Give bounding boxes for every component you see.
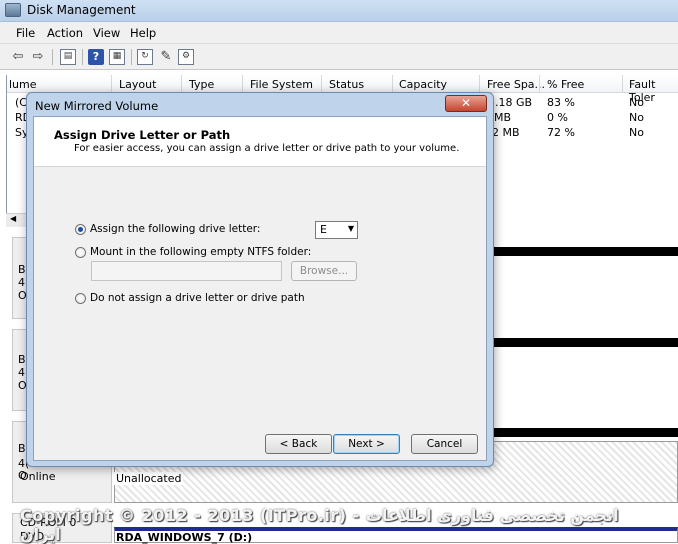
- unallocated-label: Unallocated: [114, 472, 184, 485]
- row-0-fault: No: [629, 96, 644, 109]
- row-2-pct: 72 %: [547, 126, 575, 139]
- no-letter-radio[interactable]: [75, 293, 86, 304]
- menu-action[interactable]: Action: [47, 26, 83, 40]
- cancel-button[interactable]: Cancel: [411, 434, 478, 454]
- window-title: Disk Management: [27, 3, 136, 17]
- col-layout[interactable]: Layout: [119, 78, 156, 91]
- disk-3-online: Online: [20, 470, 56, 483]
- disk-2-letter: B: [18, 353, 26, 366]
- disk-3-bar: [492, 428, 678, 437]
- disk-2-bar: [492, 338, 678, 347]
- back-arrow-icon[interactable]: ⇦: [10, 49, 26, 65]
- volume-list-header: lume Layout Type File System Status Capa…: [7, 75, 678, 104]
- drive-letter-select[interactable]: E ▼: [315, 221, 358, 239]
- next-button[interactable]: Next >: [333, 434, 400, 454]
- settings-icon[interactable]: ⚙: [178, 49, 194, 65]
- row-1-pct: 0 %: [547, 111, 568, 124]
- console-tree-icon[interactable]: ▤: [60, 49, 76, 65]
- wizard-heading: Assign Drive Letter or Path: [54, 128, 231, 142]
- dialog-title: New Mirrored Volume: [35, 99, 159, 113]
- col-volume[interactable]: lume: [9, 78, 37, 91]
- mount-folder-radio[interactable]: [75, 247, 86, 258]
- help-icon[interactable]: ?: [88, 49, 104, 65]
- menu-help[interactable]: Help: [130, 26, 156, 40]
- close-icon[interactable]: ✕: [445, 95, 487, 112]
- col-free-space[interactable]: Free Spa...: [487, 78, 545, 91]
- col-status[interactable]: Status: [329, 78, 364, 91]
- menu-view[interactable]: View: [93, 26, 120, 40]
- folder-path-input[interactable]: [91, 261, 282, 281]
- menu-bar: File Action View Help: [0, 22, 678, 44]
- disk-1-bar: [492, 247, 678, 256]
- refresh-icon[interactable]: ↻: [137, 49, 153, 65]
- drive-letter-value: E: [320, 223, 327, 236]
- chevron-down-icon: ▼: [347, 224, 354, 233]
- wizard-header: Assign Drive Letter or Path For easier a…: [34, 117, 486, 167]
- forward-arrow-icon[interactable]: ⇨: [30, 49, 46, 65]
- title-bar: Disk Management: [0, 0, 678, 22]
- browse-button[interactable]: Browse...: [291, 261, 357, 281]
- mount-folder-label[interactable]: Mount in the following empty NTFS folder…: [90, 246, 311, 258]
- dialog-body: Assign Drive Letter or Path For easier a…: [33, 116, 487, 461]
- export-list-icon[interactable]: ✎: [158, 49, 174, 65]
- row-0-pct: 83 %: [547, 96, 575, 109]
- row-1-free: MB: [494, 111, 512, 124]
- row-2-free: 2 MB: [492, 126, 520, 139]
- menu-file[interactable]: File: [16, 26, 35, 40]
- col-file-system[interactable]: File System: [250, 78, 313, 91]
- wizard-subheading: For easier access, you can assign a driv…: [74, 143, 460, 154]
- disk-3-letter: B: [18, 442, 26, 455]
- copyright-watermark: Copyright © 2012 - 2013 (ITPro.ir) - انج…: [20, 506, 619, 544]
- toolbar: ⇦ ⇨ ▤ ? ▦ ↻ ✎ ⚙: [0, 44, 678, 70]
- col-percent-free[interactable]: % Free: [547, 78, 584, 91]
- col-capacity[interactable]: Capacity: [399, 78, 447, 91]
- back-button[interactable]: < Back: [265, 434, 332, 454]
- row-0-free: 3.18 GB: [488, 96, 533, 109]
- properties-icon[interactable]: ▦: [109, 49, 125, 65]
- col-type[interactable]: Type: [189, 78, 214, 91]
- row-2-fault: No: [629, 126, 644, 139]
- no-letter-label[interactable]: Do not assign a drive letter or drive pa…: [90, 292, 305, 304]
- new-mirrored-volume-dialog: New Mirrored Volume ✕ Assign Drive Lette…: [26, 92, 494, 467]
- assign-letter-radio[interactable]: [75, 224, 86, 235]
- assign-letter-label[interactable]: Assign the following drive letter:: [90, 223, 260, 235]
- disk-management-icon: [5, 3, 21, 17]
- row-1-fault: No: [629, 111, 644, 124]
- disk-1-letter: B: [18, 263, 26, 276]
